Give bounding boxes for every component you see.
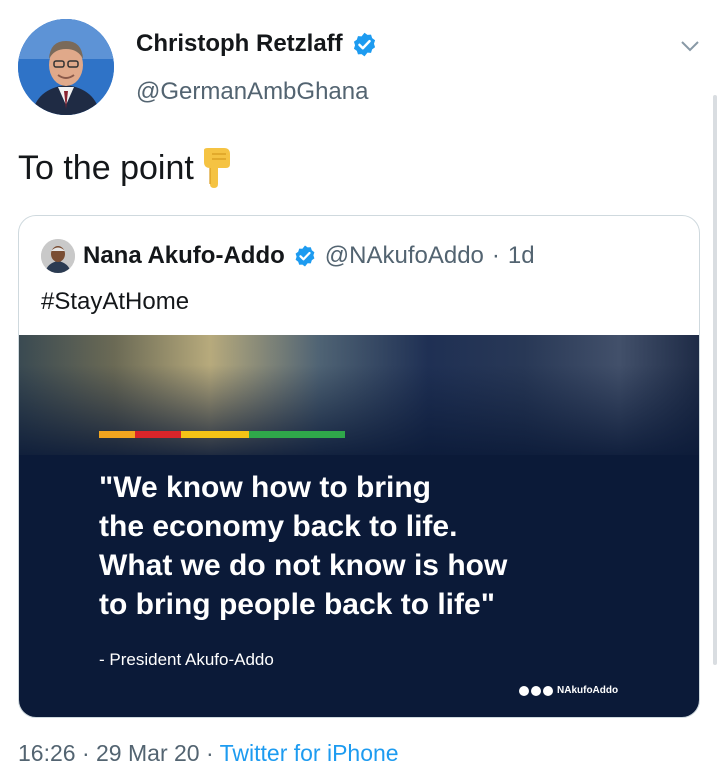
media-quote-text: "We know how to bring the economy back t…: [99, 468, 689, 624]
quoted-tweet-age[interactable]: 1d: [508, 242, 535, 270]
media-social-handle: NAkufoAddo: [557, 685, 619, 696]
quoted-tweet-card[interactable]: Nana Akufo-Addo @NAkufoAddo · 1d #StayAt…: [18, 215, 700, 718]
separator-dot: ·: [81, 740, 90, 766]
stripe-segment: [181, 431, 249, 438]
quoted-author-handle[interactable]: @NAkufoAddo: [325, 242, 484, 270]
quoted-tweet-header: Nana Akufo-Addo @NAkufoAddo · 1d: [41, 239, 535, 273]
media-social-tag: NAkufoAddo: [519, 685, 618, 696]
stripe-segment: [99, 431, 135, 438]
stripe-segment: [249, 431, 345, 438]
media-attribution: - President Akufo-Addo: [99, 650, 274, 669]
chevron-down-icon[interactable]: [678, 34, 702, 58]
social-icons: [519, 685, 553, 696]
author-name-text[interactable]: Christoph Retzlaff: [136, 30, 343, 58]
scrollbar[interactable]: [713, 95, 717, 665]
verified-badge-icon: [295, 245, 315, 267]
separator-dot: ·: [491, 242, 500, 269]
author-avatar[interactable]: [18, 19, 114, 115]
tweet-source-link[interactable]: Twitter for iPhone: [220, 740, 399, 766]
tweet-time: 16:26: [18, 740, 76, 766]
tweet-date: 29 Mar 20: [96, 740, 200, 766]
quoted-author-name[interactable]: Nana Akufo-Addo: [83, 242, 285, 270]
tweet-text-content: To the point: [18, 148, 194, 187]
quoted-tweet-media[interactable]: "We know how to bring the economy back t…: [19, 335, 699, 717]
color-stripe: [99, 431, 345, 438]
author-name[interactable]: Christoph Retzlaff: [136, 30, 378, 58]
tweet-text: To the point: [18, 146, 234, 190]
verified-badge-icon: [353, 32, 375, 56]
author-handle[interactable]: @GermanAmbGhana: [136, 78, 368, 106]
quote-line: What we do not know is how: [99, 549, 508, 582]
separator-dot: ·: [205, 740, 214, 766]
pointing-down-emoji-icon: [203, 148, 230, 188]
quote-line: "We know how to bring: [99, 471, 431, 504]
quote-line: to bring people back to life": [99, 588, 495, 621]
tweet-meta: 16:26 · 29 Mar 20 · Twitter for iPhone: [18, 740, 399, 767]
quoted-tweet-text[interactable]: #StayAtHome: [41, 288, 189, 316]
quote-line: the economy back to life.: [99, 510, 458, 543]
quoted-author-avatar[interactable]: [41, 239, 75, 273]
stripe-segment: [135, 431, 181, 438]
